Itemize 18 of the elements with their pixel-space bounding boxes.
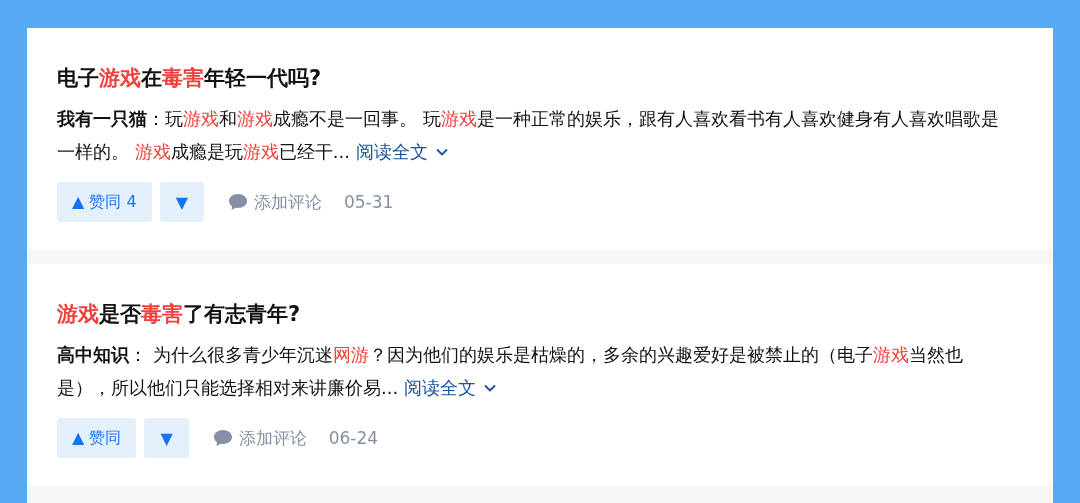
question-title[interactable]: 游戏是否毒害了有志青年? bbox=[57, 300, 1023, 328]
answer-date: 06-24 bbox=[328, 428, 379, 448]
speech-bubble-icon bbox=[212, 429, 233, 447]
answer-excerpt: 高中知识： 为什么很多青少年沉迷网游？因为他们的娱乐是枯燥的，多余的兴趣爱好是被禁止的（电子游戏当然也是），所以他们只能选择相对来讲廉价易... 阅读全文 bbox=[57, 338, 1023, 404]
add-comment-button[interactable]: 添加评论 bbox=[212, 426, 307, 450]
question-title[interactable]: 电子游戏在毒害年轻一代吗? bbox=[57, 64, 1023, 92]
downvote-button[interactable]: ▼ bbox=[144, 418, 189, 458]
add-comment-button[interactable]: 添加评论 bbox=[227, 190, 322, 214]
read-more-link[interactable]: 阅读全文 bbox=[355, 135, 448, 168]
chevron-down-icon bbox=[435, 147, 448, 156]
answer-date: 05-31 bbox=[343, 192, 394, 212]
answer-excerpt: 我有一只猫：玩游戏和游戏成瘾不是一回事。 玩游戏是一种正常的娱乐，跟有人喜欢看书有人喜欢健身有人喜欢唱歌是一样的。 游戏成瘾是玩游戏已经干... 阅读全文 bbox=[57, 102, 1023, 168]
downvote-button[interactable]: ▼ bbox=[159, 182, 204, 222]
upvote-button[interactable]: ▲ 赞同 bbox=[57, 418, 137, 458]
read-more-link[interactable]: 阅读全文 bbox=[404, 371, 497, 404]
upvote-button[interactable]: ▲ 赞同 4 bbox=[57, 182, 152, 222]
speech-bubble-icon bbox=[227, 193, 248, 211]
chevron-down-icon bbox=[484, 383, 497, 392]
